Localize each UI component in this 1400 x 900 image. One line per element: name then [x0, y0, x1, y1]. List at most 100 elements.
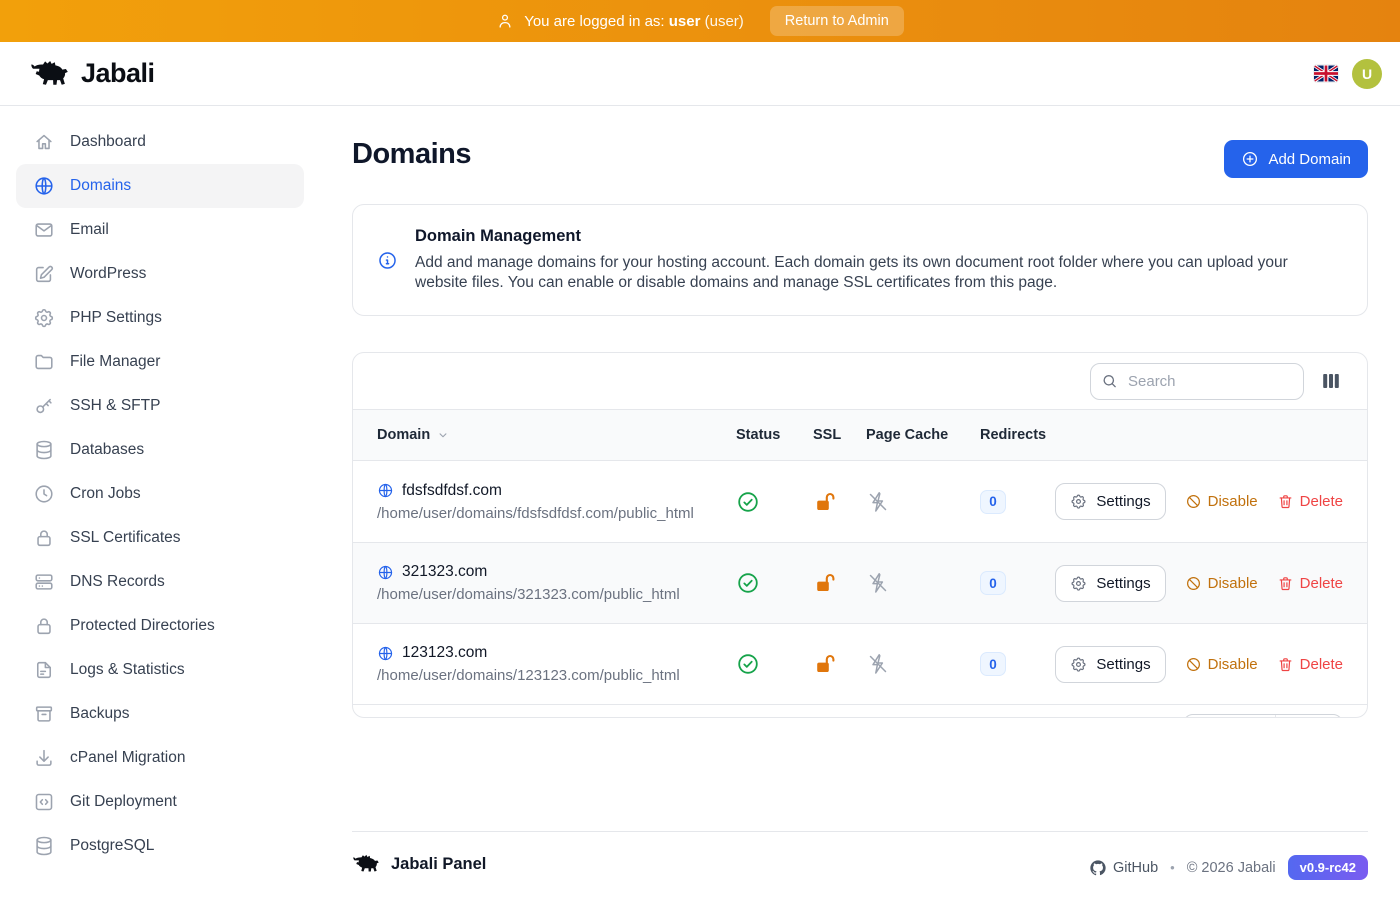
user-avatar[interactable]: U [1352, 59, 1382, 89]
sidebar-item-label: DNS Records [70, 573, 165, 591]
delete-button[interactable]: Delete [1277, 656, 1343, 673]
sidebar-item-backups[interactable]: Backups [16, 692, 304, 736]
page-title: Domains [352, 138, 471, 171]
spacer [352, 718, 1368, 831]
ban-icon [1185, 575, 1202, 592]
footer-copyright: © 2026 Jabali [1187, 860, 1276, 876]
status-enabled-check-icon [736, 652, 813, 676]
domains-table-card: DomainStatusSSLPage CacheRedirects fdsfs… [352, 352, 1368, 718]
boar-logo-icon [30, 58, 72, 90]
brand-logo[interactable]: Jabali [30, 58, 155, 90]
sidebar-item-cron-jobs[interactable]: Cron Jobs [16, 472, 304, 516]
sidebar-item-label: WordPress [70, 265, 146, 283]
sidebar-item-wordpress[interactable]: WordPress [16, 252, 304, 296]
admin-impersonation-bar: You are logged in as: user (user) Return… [0, 0, 1400, 42]
sidebar-item-label: Email [70, 221, 109, 239]
info-card-body: Add and manage domains for your hosting … [415, 253, 1343, 293]
sidebar-item-dns-records[interactable]: DNS Records [16, 560, 304, 604]
sidebar-item-databases[interactable]: Databases [16, 428, 304, 472]
key-icon [33, 395, 55, 417]
row-actions: Settings Disable Delete [1073, 565, 1343, 602]
sidebar-item-git-deployment[interactable]: Git Deployment [16, 780, 304, 824]
table-footer: Showing 1 to 3 of 3 results Per page 10 [353, 704, 1367, 718]
sidebar-item-ssh-sftp[interactable]: SSH & SFTP [16, 384, 304, 428]
sidebar-item-email[interactable]: Email [16, 208, 304, 252]
ssl-unlocked-icon [813, 652, 866, 676]
sidebar-item-file-manager[interactable]: File Manager [16, 340, 304, 384]
row-actions: Settings Disable Delete [1073, 646, 1343, 683]
page-cache-off-icon [866, 571, 980, 595]
sidebar-item-ssl-certificates[interactable]: SSL Certificates [16, 516, 304, 560]
settings-button[interactable]: Settings [1055, 483, 1165, 520]
column-header-status: Status [736, 427, 813, 443]
domain-name[interactable]: 123123.com [402, 644, 487, 662]
table-toolbar [353, 353, 1367, 409]
trash-icon [1277, 575, 1294, 592]
disable-button[interactable]: Disable [1185, 493, 1258, 510]
sidebar-item-domains[interactable]: Domains [16, 164, 304, 208]
search-input[interactable] [1090, 363, 1304, 400]
sidebar-item-dashboard[interactable]: Dashboard [16, 120, 304, 164]
footer-brand: Jabali Panel [391, 855, 486, 874]
folder-icon [33, 351, 55, 373]
redirect-count-badge: 0 [980, 571, 1006, 595]
brand-name: Jabali [81, 58, 155, 89]
return-to-admin-button[interactable]: Return to Admin [770, 6, 904, 36]
domain-name[interactable]: fdsfsdfdsf.com [402, 482, 502, 500]
sidebar-item-php-settings[interactable]: PHP Settings [16, 296, 304, 340]
github-link[interactable]: GitHub [1090, 860, 1158, 876]
column-visibility-button[interactable] [1317, 367, 1345, 395]
column-header-page-cache: Page Cache [866, 427, 980, 443]
gear-icon [1070, 656, 1087, 673]
settings-button[interactable]: Settings [1055, 565, 1165, 602]
sidebar-item-label: Backups [70, 705, 129, 723]
app-screen: You are logged in as: user (user) Return… [0, 0, 1400, 900]
disable-button[interactable]: Disable [1185, 656, 1258, 673]
sidebar-item-label: Dashboard [70, 133, 146, 151]
sidebar-item-cpanel-migration[interactable]: cPanel Migration [16, 736, 304, 780]
database-icon [33, 835, 55, 857]
add-domain-button[interactable]: Add Domain [1224, 140, 1368, 178]
sidebar-item-protected-directories[interactable]: Protected Directories [16, 604, 304, 648]
main-content: Domains Add Domain Domain Management Add… [320, 106, 1400, 900]
edit-icon [33, 263, 55, 285]
app-header: Jabali U [0, 42, 1400, 106]
delete-button[interactable]: Delete [1277, 575, 1343, 592]
table-header-row: DomainStatusSSLPage CacheRedirects [353, 409, 1367, 461]
column-header-domain[interactable]: Domain [377, 427, 736, 443]
gear-icon [1070, 575, 1087, 592]
domain-name[interactable]: 321323.com [402, 563, 487, 581]
info-icon [377, 250, 398, 271]
disable-button[interactable]: Disable [1185, 575, 1258, 592]
file-text-icon [33, 659, 55, 681]
boar-footer-icon [352, 853, 382, 875]
delete-button[interactable]: Delete [1277, 493, 1343, 510]
code-icon [33, 791, 55, 813]
sort-chevron-down-icon [436, 428, 450, 442]
language-flag-uk-icon[interactable] [1314, 65, 1338, 82]
page-cache-off-icon [866, 490, 980, 514]
gear-icon [33, 307, 55, 329]
table-body: fdsfsdfdsf.com /home/user/domains/fdsfsd… [353, 461, 1367, 704]
download-icon [33, 747, 55, 769]
server-icon [33, 571, 55, 593]
clock-icon [33, 483, 55, 505]
settings-button[interactable]: Settings [1055, 646, 1165, 683]
domain-cell: 123123.com /home/user/domains/123123.com… [377, 644, 736, 684]
table-row-fdsfsdfdsf-com: fdsfsdfdsf.com /home/user/domains/fdsfsd… [353, 461, 1367, 542]
domain-cell: 321323.com /home/user/domains/321323.com… [377, 563, 736, 603]
lock-icon [33, 527, 55, 549]
sidebar-item-label: SSH & SFTP [70, 397, 160, 415]
user-icon [496, 12, 514, 30]
domain-cell: fdsfsdfdsf.com /home/user/domains/fdsfsd… [377, 482, 736, 522]
sidebar-item-logs-statistics[interactable]: Logs & Statistics [16, 648, 304, 692]
ssl-unlocked-icon [813, 490, 866, 514]
sidebar-item-postgresql[interactable]: PostgreSQL [16, 824, 304, 868]
sidebar-item-label: Git Deployment [70, 793, 177, 811]
search-icon [1101, 373, 1118, 390]
table-row-123123-com: 123123.com /home/user/domains/123123.com… [353, 623, 1367, 704]
sidebar-item-label: Cron Jobs [70, 485, 141, 503]
status-enabled-check-icon [736, 490, 813, 514]
lock-icon [33, 615, 55, 637]
row-actions: Settings Disable Delete [1073, 483, 1343, 520]
